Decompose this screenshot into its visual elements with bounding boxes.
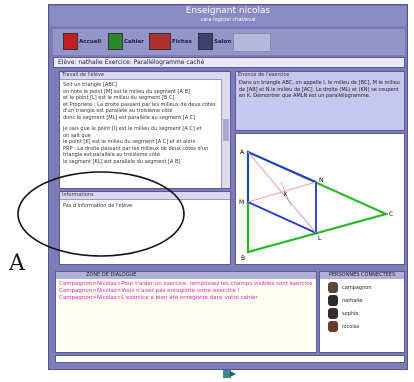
- window-subtitle: cara-logiciel chat/eval: [200, 17, 256, 23]
- home-icon: [63, 33, 78, 50]
- accueil-button[interactable]: Accueil: [63, 33, 101, 50]
- geometry-figure: A B C M N K L: [239, 149, 393, 262]
- triangle-abc: [246, 150, 390, 254]
- person-item[interactable]: sophie: [328, 307, 396, 320]
- exercise-header: Énoncé de l'exercice: [236, 72, 404, 79]
- people-header: PERSONNES CONNECTEES: [320, 272, 404, 279]
- geometry-figure-panel: A B C M N K L: [235, 133, 405, 265]
- window-titlebar: Enseignant nicolas cara-logiciel chat/ev…: [50, 6, 406, 26]
- send-icon: [223, 370, 236, 378]
- person-item[interactable]: nicolas: [328, 320, 396, 333]
- exercise-text: Dans un triangle ABC, on appelle I, le m…: [239, 80, 400, 99]
- chat-panel: ZONE DE DIALOGUE Campagnon>Nicolas>Pour …: [55, 271, 317, 353]
- people-panel: PERSONNES CONNECTEES campagnon nathalie …: [319, 271, 405, 353]
- toolbar: Accueil Cahier Fiches Salon: [53, 29, 405, 55]
- student-work-scrollbar[interactable]: [221, 79, 230, 188]
- person-item[interactable]: campagnon: [328, 281, 396, 294]
- label-a: A: [240, 149, 245, 156]
- notebook-icon: [108, 33, 123, 50]
- student-work-text: Soit un triangle [ABC] on note le point …: [63, 82, 216, 165]
- avatar-icon: [328, 321, 338, 332]
- label-l: L: [318, 235, 322, 242]
- scrollbar-thumb[interactable]: [223, 119, 229, 141]
- avatar-icon: [328, 282, 338, 293]
- chat-message: Campagnon>Nicolas>L'exercice a bien été …: [59, 295, 258, 301]
- annotation-ellipse: [17, 171, 185, 257]
- segment-al: [247, 151, 317, 234]
- window-title: Enseignant nicolas: [185, 6, 271, 16]
- student-work-header: Travail de l'élève: [60, 72, 230, 80]
- cahier-button[interactable]: Cahier: [108, 33, 144, 50]
- send-button[interactable]: [221, 363, 237, 378]
- person-item[interactable]: nathalie: [328, 294, 396, 307]
- label-m: M: [239, 199, 244, 206]
- salon-icon: [198, 33, 213, 50]
- salon-button[interactable]: Salon: [198, 33, 231, 50]
- annotation-letter: A: [9, 251, 25, 276]
- chat-message: Campagnon>Nicolas>Vous n'avez pas enregi…: [59, 288, 240, 294]
- label-b: B: [241, 255, 245, 262]
- chat-message: Campagnon>Nicolas>Pour t'aider un exerci…: [59, 281, 313, 287]
- student-bar: Elève: nathalie Exercice: Parallélogramm…: [53, 57, 405, 68]
- fiches-button[interactable]: Fiches: [149, 33, 192, 50]
- chat-input[interactable]: [55, 355, 405, 363]
- disabled-button[interactable]: [233, 33, 271, 52]
- chat-header: ZONE DE DIALOGUE: [56, 272, 316, 279]
- avatar-icon: [328, 295, 338, 306]
- label-c: C: [389, 211, 393, 218]
- people-list: campagnon nathalie sophie nicolas: [320, 279, 404, 335]
- label-n: N: [319, 177, 324, 184]
- exercise-statement-panel: Énoncé de l'exercice Dans un triangle AB…: [235, 71, 405, 131]
- avatar-icon: [328, 308, 338, 319]
- cards-icon: [149, 33, 171, 50]
- chat-messages: Campagnon>Nicolas>Pour t'aider un exerci…: [56, 279, 316, 304]
